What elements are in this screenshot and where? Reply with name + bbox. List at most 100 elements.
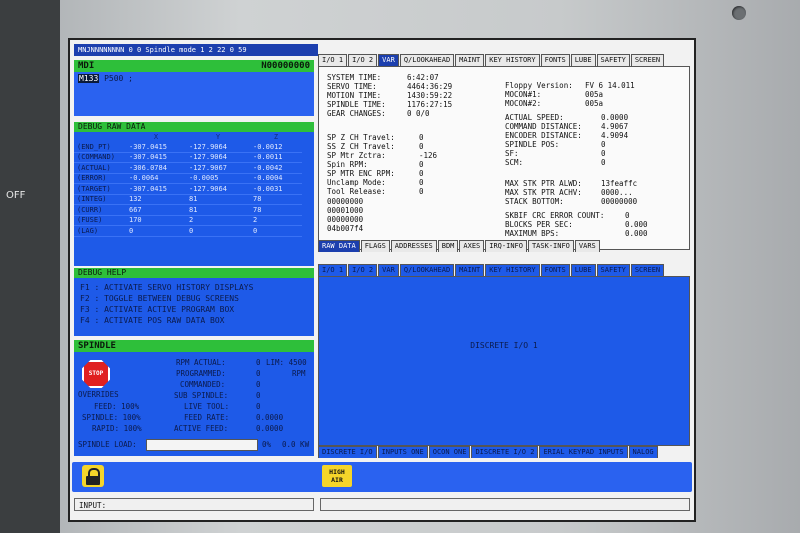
table-row: (LAG) 0 0 0 [74,225,302,237]
tab-var[interactable]: VAR [378,54,399,66]
tab-fonts[interactable]: FONTS [540,264,570,276]
col-header-z: Z [273,133,279,141]
mdi-header: MDI N00000000 [74,60,314,72]
tab-raw-data[interactable]: RAW DATA [318,240,360,252]
var-label: SPINDLE TIME: [327,100,386,109]
var-row: SYSTEM TIME: 6:42:07 [327,73,452,82]
tab-lube[interactable]: LUBE [570,264,596,276]
y-value: 0 [186,225,250,237]
row-label: (FUSE) [74,215,126,226]
y-value: 2 [186,215,250,226]
tab-var[interactable]: VAR [378,264,399,276]
var-value: 005a [585,90,604,99]
tab-axes[interactable]: AXES [459,240,485,252]
tab-safety[interactable]: SAFETY [596,264,630,276]
var-label: MAX STK PTR ALWD: [505,179,582,188]
mdi-line-text: P500 ; [99,74,133,83]
var-row: SPINDLE POS: 0 [505,140,628,149]
tab-discrete-i-o-2[interactable]: DISCRETE I/O 2 [471,446,539,458]
var-row: Floppy Version: FV 6 14.011 [505,81,635,90]
tab-i-o-1[interactable]: I/O 1 [318,264,348,276]
z-value: -0.0004 [250,173,302,184]
tab-vars[interactable]: VARS [574,240,600,252]
var-value: 4.9067 [601,122,629,131]
tab-i-o-2[interactable]: I/O 2 [348,54,378,66]
z-value: -0.0042 [250,162,302,174]
x-value: 667 [126,204,186,216]
var-value: 0 [625,211,630,220]
rpm-actual-label: RPM ACTUAL: [176,358,226,367]
var-value: 0 [419,187,424,196]
tab-screen[interactable]: SCREEN [630,54,665,66]
input-aux-bar [320,498,690,511]
sub-spindle-value: 0 [256,391,261,400]
row-label: (ERROR) [74,173,126,184]
var-row: SPINDLE TIME: 1176:27:15 [327,100,452,109]
x-value: 0 [126,225,186,237]
mdi-editor[interactable]: M133 P500 ; [74,72,314,116]
mdi-panel[interactable]: MDI N00000000 M133 P500 ; [74,60,314,116]
debug-raw-table: X Y Z (END_PT) -307.0415 -127.9064 -0.0012(… [74,132,302,237]
input-field[interactable]: INPUT: [74,498,314,511]
tab-inputs-one[interactable]: INPUTS ONE [377,446,428,458]
var-spindle-list: SP Z CH Travel: 0 SS Z CH Travel: 0 SP Mtr Z… [327,133,437,196]
tab-addresses[interactable]: ADDRESSES [390,240,437,252]
live-tool-label: LIVE TOOL: [184,402,230,411]
tab-q-lookahead[interactable]: Q/LOOKAHEAD [399,264,455,276]
var-value: 0000... [601,188,633,197]
var-row: SERVO TIME: 4464:36:29 [327,82,452,91]
tab-i-o-2[interactable]: I/O 2 [348,264,378,276]
col-header-x: X [153,133,159,141]
rpm-limit: LIM: 4500 [266,358,307,367]
var-value: 0 [419,142,424,151]
z-value: 78 [250,204,302,216]
var-value: 0 [419,178,424,187]
x-value: -307.0415 [126,183,186,195]
tab-safety[interactable]: SAFETY [596,54,630,66]
lock-icon[interactable] [82,465,104,487]
tab-discrete-i-o[interactable]: DISCRETE I/O [318,446,377,458]
var-label: MAX STK PTR ACHV: [505,188,582,197]
var-label: ACTUAL SPEED: [505,113,564,122]
bezel-off-label: OFF [6,190,26,201]
discrete-io-panel: DISCRETE I/O 1 [318,276,690,446]
var-label: SP MTR ENC RPM: [327,169,395,178]
var-label: SPINDLE POS: [505,140,560,149]
var-label: SF: [505,149,519,158]
tab-fonts[interactable]: FONTS [540,54,570,66]
tab-flags[interactable]: FLAGS [360,240,390,252]
commanded-value: 0 [256,380,261,389]
var-row: MOTION TIME: 1430:59:22 [327,91,452,100]
y-value: -127.9064 [186,142,250,153]
z-value: -0.0011 [250,152,302,163]
var-row: MOCON#1: 005a [505,90,635,99]
var-subtab-bar: RAW DATA FLAGS ADDRESSES BDM AXES IRQ-INFO TAS… [318,240,601,252]
bezel-left-panel [0,0,60,533]
tab-key-history[interactable]: KEY HISTORY [485,264,540,276]
tab-irq-info[interactable]: IRQ-INFO [485,240,527,252]
var-row: ENCODER DISTANCE: 4.9094 [505,131,628,140]
tab-i-o-1[interactable]: I/O 1 [318,54,348,66]
tab-maint[interactable]: MAINT [455,54,485,66]
x-value: -0.0064 [126,173,186,184]
tab-maint[interactable]: MAINT [455,264,485,276]
hex-value: 00000000 [327,215,364,224]
row-label: (END_PT) [74,142,126,153]
tab-ocon-one[interactable]: OCON ONE [428,446,471,458]
tab-q-lookahead[interactable]: Q/LOOKAHEAD [399,54,455,66]
tab-bdm[interactable]: BDM [437,240,459,252]
tab-erial-keypad-inputs[interactable]: ERIAL KEYPAD INPUTS [539,446,628,458]
tab-nalog[interactable]: NALOG [628,446,658,458]
tab-key-history[interactable]: KEY HISTORY [485,54,540,66]
debug-help-list: F1 : ACTIVATE SERVO HISTORY DISPLAYS F2 :… [74,278,314,330]
high-air-icon: HIGH AIR [322,465,352,487]
tab-screen[interactable]: SCREEN [630,264,665,276]
table-row: (ERROR) -0.0064 -0.0005 -0.0004 [74,173,302,184]
var-row: SP MTR ENC RPM: 0 [327,169,437,178]
var-value: 0 [419,160,424,169]
row-label: (CURR) [74,204,126,216]
tab-task-info[interactable]: TASK-INFO [527,240,574,252]
tab-lube[interactable]: LUBE [570,54,596,66]
rpm-actual-value: 0 [256,358,261,367]
row-label: (ACTUAL) [74,162,126,174]
